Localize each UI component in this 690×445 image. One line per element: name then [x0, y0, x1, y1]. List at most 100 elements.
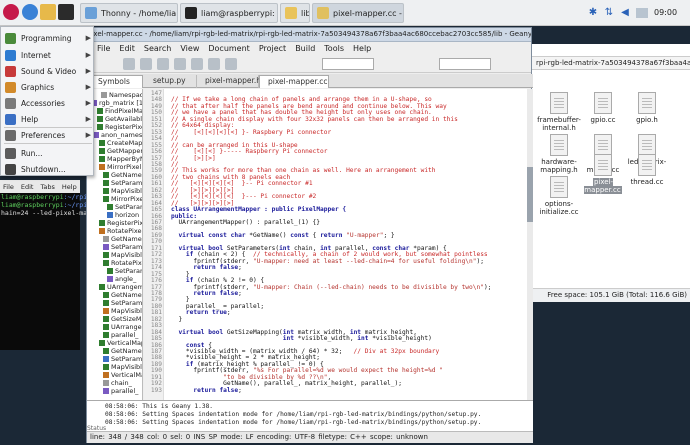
- menu-edit[interactable]: Edit: [119, 44, 135, 53]
- browser-icon[interactable]: [22, 4, 38, 20]
- menu-item-programming[interactable]: Programming ▶: [1, 30, 95, 46]
- menu-help[interactable]: Help: [353, 44, 371, 53]
- bluetooth-icon[interactable]: ✱: [588, 7, 598, 19]
- file-item[interactable]: framebuffer-internal.h: [537, 92, 581, 132]
- menu-build[interactable]: Build: [295, 44, 315, 53]
- search-input[interactable]: [322, 57, 374, 70]
- symbol-item[interactable]: MirrorPixel: [103, 195, 142, 203]
- symbol-item[interactable]: GetMapper: [99, 147, 142, 155]
- code-editor[interactable]: 147 148 149 150 151 152 153 154 155 156 157 158 159 1…: [144, 89, 533, 400]
- symbol-item[interactable]: GetName: [103, 347, 142, 355]
- internet-icon: [5, 49, 16, 61]
- network-icon[interactable]: ⇅: [604, 7, 614, 19]
- symbol-item[interactable]: RegisterPix: [99, 219, 142, 227]
- symbol-item[interactable]: MapperByNa: [99, 155, 142, 163]
- symbol-item[interactable]: SetParamet: [103, 299, 143, 307]
- menu-item-graphics[interactable]: Graphics ▶: [1, 79, 95, 95]
- symbol-item[interactable]: anon_namesp: [93, 131, 142, 139]
- undo-icon[interactable]: [174, 57, 186, 70]
- open-file-icon[interactable]: [140, 57, 152, 70]
- fm-path-bar[interactable]: rpi-rgb-led-matrix-7a503494378a67f3baa4a…: [531, 56, 690, 70]
- symbol-item[interactable]: UArrangem: [103, 323, 142, 331]
- file-item[interactable]: thread.cc: [625, 154, 669, 186]
- symbol-item[interactable]: parallel_: [103, 331, 138, 339]
- menu-project[interactable]: Project: [259, 44, 286, 53]
- symbol-item[interactable]: parallel_: [103, 387, 138, 395]
- task-thonny[interactable]: Thonny - /home/lia...: [80, 3, 178, 23]
- symbol-item[interactable]: horizon: [107, 211, 139, 219]
- symbol-item[interactable]: RegisterPixelM: [97, 123, 142, 131]
- symbol-item[interactable]: chain_: [103, 379, 132, 387]
- symbol-item[interactable]: Namespaces: [101, 91, 142, 99]
- symbol-item[interactable]: MapVisible: [103, 363, 142, 371]
- symbol-item[interactable]: MapVisible: [103, 251, 142, 259]
- menu-item-run[interactable]: Run...: [1, 145, 95, 161]
- symbol-item[interactable]: SetParamet: [103, 179, 142, 187]
- programming-icon: [5, 32, 16, 44]
- symbol-item[interactable]: RotatePixelM: [99, 227, 142, 235]
- symbol-item[interactable]: VerticalMap: [99, 339, 142, 347]
- symbol-item[interactable]: angle_: [107, 275, 136, 283]
- terminal-menu-edit[interactable]: Edit: [21, 183, 34, 191]
- symbol-item[interactable]: VerticalMa: [103, 371, 142, 379]
- symbol-item[interactable]: MapVisible: [103, 187, 142, 195]
- task-geany[interactable]: pixel-mapper.cc - /ho...: [312, 3, 404, 23]
- symbol-item[interactable]: RotatePixel: [103, 259, 142, 267]
- volume-icon[interactable]: ◀: [620, 7, 630, 19]
- symbol-item[interactable]: FindPixelMappe: [97, 107, 142, 115]
- symbol-item[interactable]: MirrorPixel: [99, 163, 141, 171]
- symbol-item[interactable]: UArrangement: [99, 283, 142, 291]
- file-item-selected[interactable]: pixel-mapper.cc: [581, 154, 625, 194]
- redo-icon[interactable]: [191, 57, 203, 70]
- symbol-item[interactable]: GetName: [103, 235, 142, 243]
- run-icon[interactable]: [225, 57, 237, 70]
- file-item[interactable]: options-initialize.cc: [537, 176, 581, 216]
- file-item[interactable]: gpio.h: [625, 92, 669, 124]
- vertical-scrollbar[interactable]: [527, 89, 533, 400]
- symbol-item[interactable]: rgb_matrix [15]: [91, 99, 142, 107]
- terminal-menu-file[interactable]: File: [3, 183, 14, 191]
- task-folder[interactable]: lib: [280, 3, 310, 23]
- build-icon[interactable]: [208, 57, 220, 70]
- raspberry-menu-icon[interactable]: [3, 4, 19, 20]
- terminal-menu-help[interactable]: Help: [62, 183, 77, 191]
- symbol-item[interactable]: GetName: [103, 291, 142, 299]
- file-manager-icon[interactable]: [40, 4, 56, 20]
- goto-line-input[interactable]: [439, 57, 491, 70]
- menu-item-accessories[interactable]: Accessories ▶: [1, 95, 95, 111]
- scrollbar-thumb[interactable]: [527, 167, 533, 222]
- menu-item-preferences[interactable]: Preferences ▶: [1, 127, 95, 143]
- terminal-icon[interactable]: [58, 4, 74, 20]
- symbol-item[interactable]: GetSizeMap: [103, 315, 142, 323]
- symbol-item[interactable]: GetAvailablePi: [97, 115, 142, 123]
- symbol-item[interactable]: SetParamet: [103, 355, 142, 363]
- symbol-item[interactable]: GetName: [103, 171, 142, 179]
- save-icon[interactable]: [157, 57, 169, 70]
- symbol-item[interactable]: SetParamet: [103, 243, 142, 251]
- menu-view[interactable]: View: [180, 44, 199, 53]
- menu-item-sound-video[interactable]: Sound & Video ▶: [1, 63, 95, 79]
- terminal-window[interactable]: File Edit Tabs Help liam@raspberrypi:~/r…: [0, 180, 91, 350]
- menu-tools[interactable]: Tools: [324, 44, 344, 53]
- menu-item-help[interactable]: Help ▶: [1, 111, 95, 127]
- symbols-sidebar[interactable]: Namespacesrgb_matrix [15]FindPixelMappeG…: [87, 89, 143, 400]
- terminal-menu-tabs[interactable]: Tabs: [40, 183, 54, 191]
- tab-pixel-mapper-h[interactable]: pixel-mapper.h: [197, 75, 261, 88]
- menu-file[interactable]: File: [97, 44, 110, 53]
- symbol-item[interactable]: CreateMapper: [99, 139, 142, 147]
- symbol-label: SetParamet: [111, 299, 143, 307]
- new-file-icon[interactable]: [123, 57, 135, 70]
- menu-search[interactable]: Search: [144, 44, 171, 53]
- task-terminal[interactable]: liam@raspberrypi: ~/...: [180, 3, 278, 23]
- symbol-item[interactable]: MapVisible: [103, 307, 142, 315]
- file-item[interactable]: hardware-mapping.h: [537, 134, 581, 174]
- menu-document[interactable]: Document: [208, 44, 249, 53]
- file-item[interactable]: gpio.cc: [581, 92, 625, 124]
- tab-setup-py[interactable]: setup.py: [145, 75, 197, 88]
- symbol-item[interactable]: SetParam: [107, 203, 142, 211]
- menu-item-shutdown[interactable]: Shutdown...: [1, 161, 95, 177]
- tab-pixel-mapper-cc[interactable]: pixel-mapper.cc: [259, 75, 329, 88]
- symbol-item[interactable]: SetParam: [107, 267, 142, 275]
- tab-symbols[interactable]: Symbols: [89, 75, 143, 88]
- menu-item-internet[interactable]: Internet ▶: [1, 47, 95, 63]
